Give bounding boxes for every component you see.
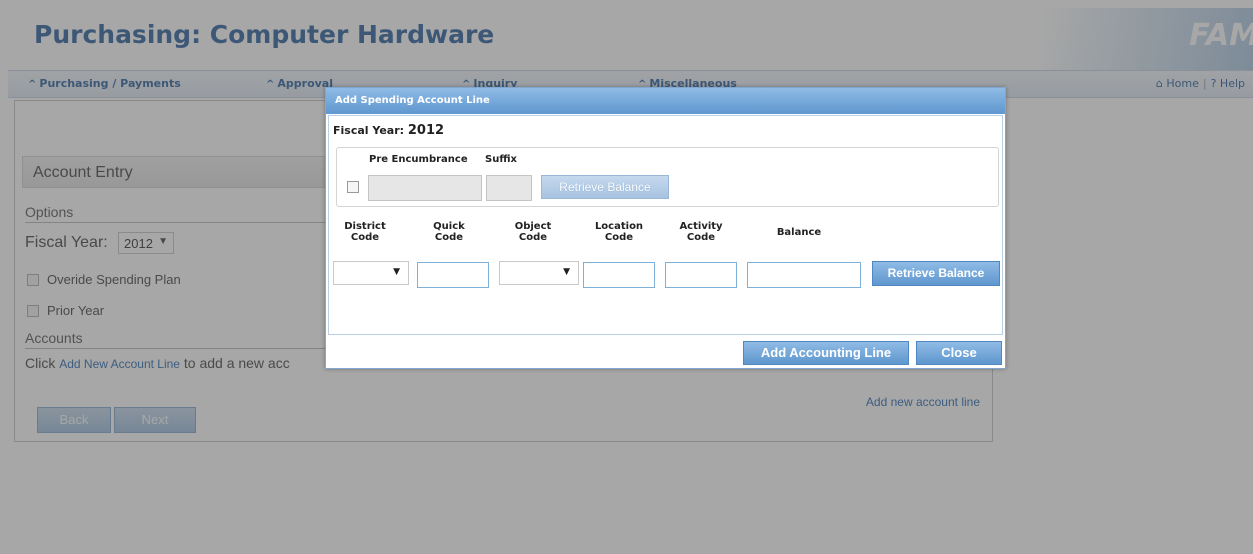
object-code-select[interactable]: ▼ bbox=[499, 261, 579, 285]
pre-encumbrance-label: Pre Encumbrance bbox=[369, 154, 468, 165]
suffix-label: Suffix bbox=[485, 154, 517, 165]
suffix-input[interactable] bbox=[486, 175, 532, 201]
dialog-fiscal-year: Fiscal Year: 2012 bbox=[333, 123, 445, 138]
pre-encumbrance-input[interactable] bbox=[368, 175, 482, 201]
chevron-down-icon: ▼ bbox=[563, 267, 570, 277]
dialog-titlebar[interactable]: Add Spending Account Line bbox=[326, 88, 1005, 114]
location-code-header: Location Code bbox=[594, 221, 644, 243]
close-button[interactable]: Close bbox=[916, 341, 1002, 365]
activity-code-input[interactable] bbox=[665, 262, 737, 288]
add-accounting-line-button[interactable]: Add Accounting Line bbox=[743, 341, 909, 365]
dialog-title: Add Spending Account Line bbox=[335, 95, 490, 106]
balance-header: Balance bbox=[776, 227, 822, 238]
pre-encumbrance-group: Pre Encumbrance Suffix Retrieve Balance bbox=[336, 147, 999, 207]
quick-code-header: Quick Code bbox=[433, 221, 465, 243]
object-code-header: Object Code bbox=[514, 221, 552, 243]
add-spending-account-line-dialog: Add Spending Account Line Fiscal Year: 2… bbox=[325, 87, 1006, 369]
chevron-down-icon: ▼ bbox=[393, 267, 400, 277]
district-code-select[interactable]: ▼ bbox=[333, 261, 409, 285]
balance-input[interactable] bbox=[747, 262, 861, 288]
pre-encumbrance-checkbox[interactable] bbox=[347, 181, 359, 193]
location-code-input[interactable] bbox=[583, 262, 655, 288]
retrieve-balance-button[interactable]: Retrieve Balance bbox=[872, 261, 1000, 286]
pre-encumbrance-retrieve-balance-button[interactable]: Retrieve Balance bbox=[541, 175, 669, 199]
quick-code-input[interactable] bbox=[417, 262, 489, 288]
dialog-body: Fiscal Year: 2012 Pre Encumbrance Suffix… bbox=[328, 115, 1003, 335]
activity-code-header: Activity Code bbox=[679, 221, 723, 243]
district-code-header: District Code bbox=[344, 221, 386, 243]
